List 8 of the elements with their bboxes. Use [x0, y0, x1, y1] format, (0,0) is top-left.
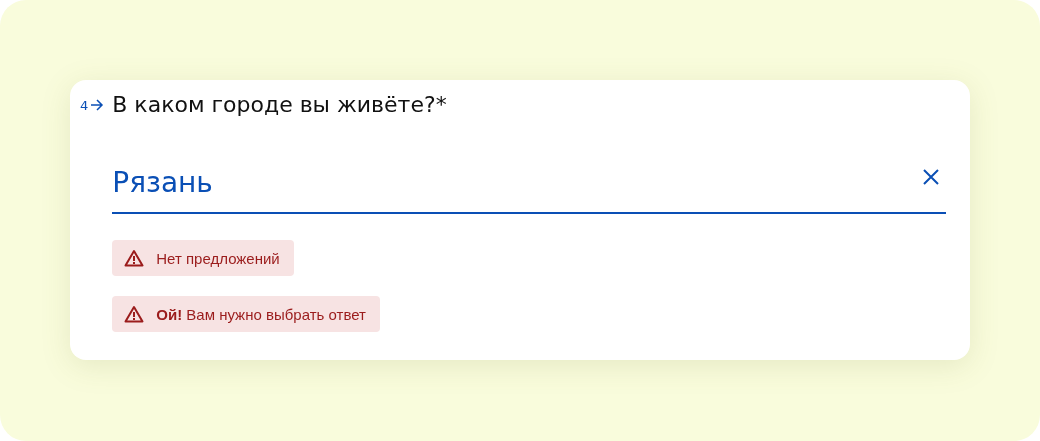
- warning-icon: [124, 249, 145, 267]
- error-text: Нет предложений: [156, 249, 280, 267]
- question-text: В каком городе вы живёте?*: [112, 92, 448, 118]
- question-number: 4: [80, 97, 89, 113]
- warning-icon: [124, 305, 145, 323]
- error-text: Ой! Вам нужно выбрать ответ: [156, 305, 366, 323]
- arrow-right-icon: [90, 99, 105, 111]
- answer-field[interactable]: Рязань: [112, 158, 946, 214]
